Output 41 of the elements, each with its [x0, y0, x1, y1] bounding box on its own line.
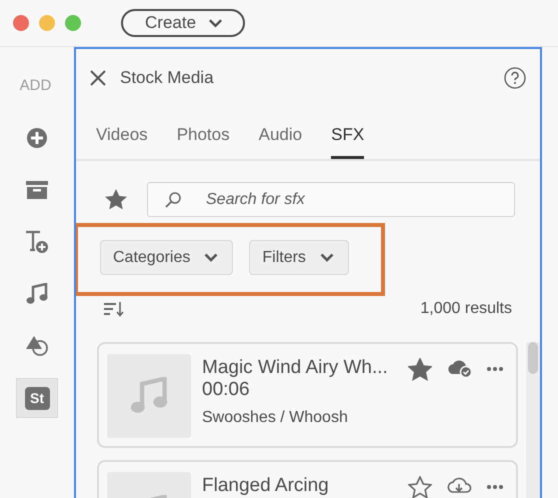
tab[interactable]: SFX [331, 107, 364, 159]
chevron-down-icon [208, 18, 223, 28]
duration: 00:06 [202, 379, 251, 401]
more-icon[interactable] [486, 484, 504, 490]
search-icon [165, 192, 181, 208]
tab[interactable]: Videos [96, 107, 148, 159]
dropdown-button[interactable]: Filters [249, 240, 349, 275]
chevron-down-icon [320, 253, 334, 262]
stock-badge[interactable]: St [24, 386, 50, 410]
sound-title: Flanged Arcing [202, 475, 330, 497]
results-count: 1,000 results [420, 300, 512, 318]
tab[interactable]: Audio [258, 107, 302, 159]
close-icon[interactable] [90, 70, 106, 86]
add-text-icon[interactable] [25, 230, 49, 254]
add-icon[interactable] [26, 127, 48, 149]
scrollbar[interactable] [526, 342, 540, 498]
sidebar-item[interactable]: St [16, 378, 58, 418]
sound-title: Magic Wind Airy Wh... [202, 357, 389, 379]
help-icon[interactable] [504, 67, 526, 89]
panel-title: Stock Media [120, 68, 215, 88]
tab[interactable]: Photos [176, 107, 230, 159]
cloud-check-icon[interactable] [446, 358, 472, 378]
shapes-icon[interactable] [25, 335, 49, 357]
cloud-download-icon[interactable] [446, 476, 472, 496]
favorite-star-icon[interactable] [408, 476, 432, 498]
search-field[interactable]: Search for sfx [147, 182, 515, 217]
create-button[interactable]: Create [121, 9, 245, 37]
chevron-down-icon [204, 253, 218, 262]
sound-card[interactable]: Magic Wind Airy Wh... 00:06 Swooshes / Whoosh [97, 342, 518, 448]
more-icon[interactable] [486, 366, 504, 372]
favorite-star-icon[interactable] [408, 358, 432, 381]
music-note-icon [130, 377, 168, 415]
favorites-star-icon[interactable] [104, 188, 128, 211]
sort-icon[interactable] [103, 301, 125, 317]
archive-box-icon[interactable] [26, 181, 48, 199]
sound-card[interactable]: Flanged Arcing [97, 460, 518, 498]
music-note-icon[interactable] [26, 283, 48, 305]
dropdown-button[interactable]: Categories [100, 240, 234, 275]
category-label: Swooshes / Whoosh [202, 409, 349, 427]
close-window-icon[interactable] [13, 15, 29, 31]
add-heading: ADD [20, 77, 52, 95]
